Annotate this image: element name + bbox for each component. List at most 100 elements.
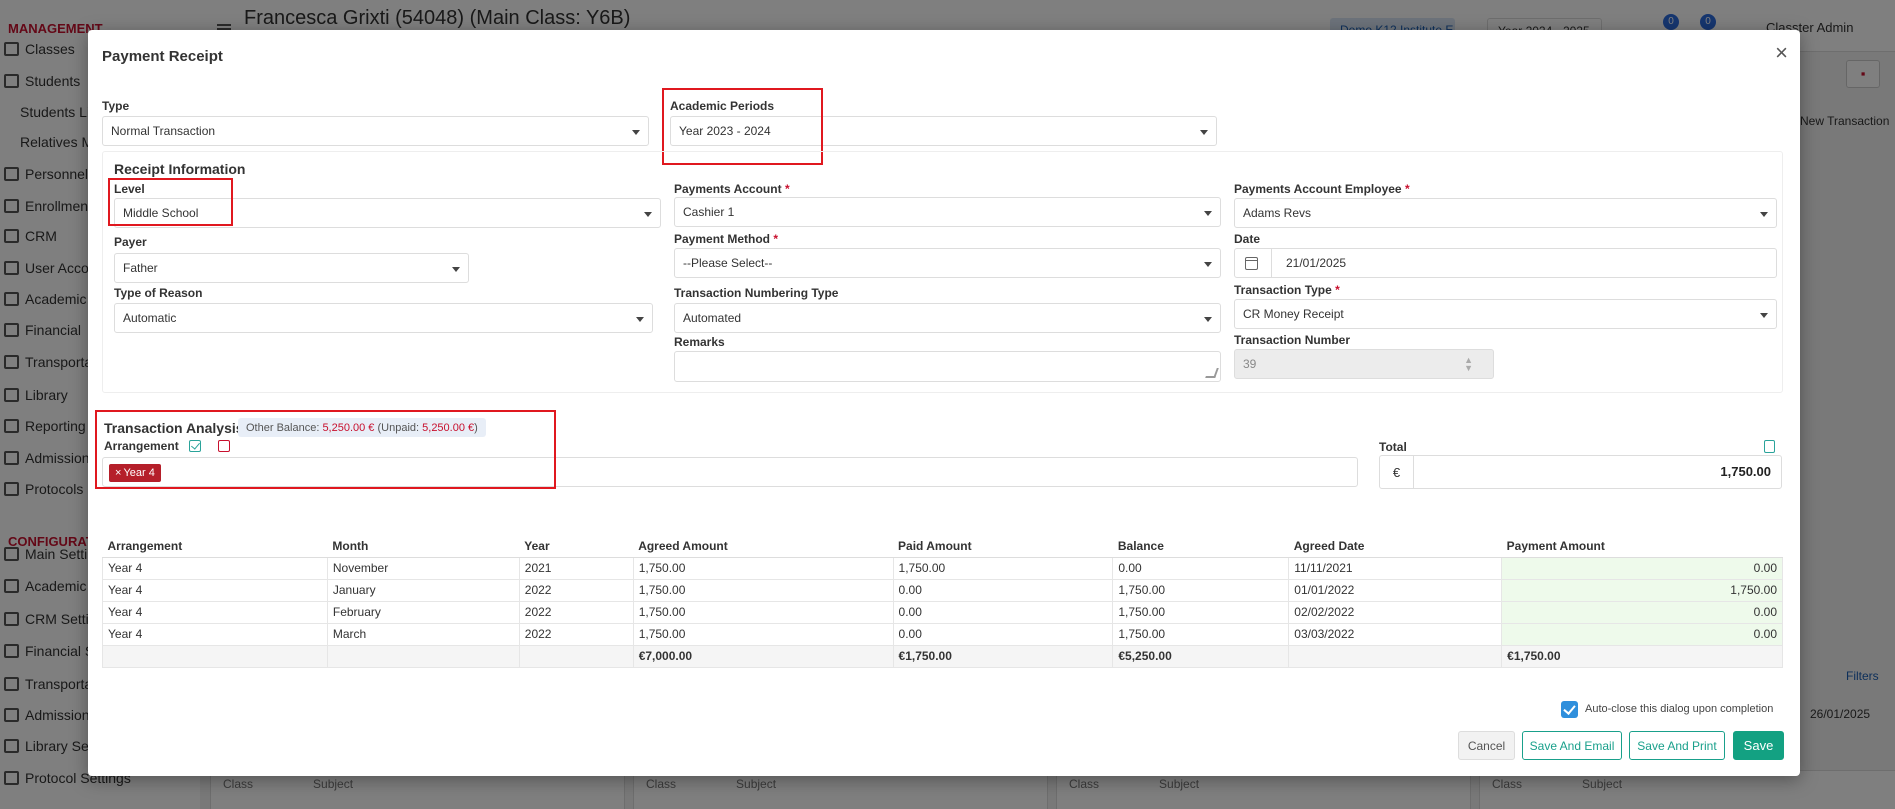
calculator-icon[interactable] [1764, 440, 1775, 453]
table-row: Year 4 January 2022 1,750.00 0.00 1,750.00 01/… [102, 578, 1783, 602]
table-cell: 1,750.00 [892, 556, 1114, 580]
payment-amount-input[interactable]: 0.00 [1501, 622, 1783, 646]
chevron-down-icon [1204, 262, 1212, 267]
table-header-cell: Balance [1112, 535, 1289, 558]
table-row: Year 4 March 2022 1,750.00 0.00 1,750.00 03/03… [102, 622, 1783, 646]
table-cell: 1,750.00 [632, 578, 894, 602]
transaction-number-value: 39 [1243, 357, 1257, 371]
table-cell: 0.00 [892, 600, 1114, 624]
transaction-numbering-type-label: Transaction Numbering Type [674, 286, 839, 300]
cancel-button[interactable]: Cancel [1458, 731, 1515, 760]
auto-close-label: Auto-close this dialog upon completion [1585, 703, 1774, 715]
chevron-down-icon [1204, 211, 1212, 216]
payment-method-select[interactable]: --Please Select-- [674, 248, 1221, 278]
table-cell: 01/01/2022 [1288, 578, 1503, 602]
payments-account-select[interactable]: Cashier 1 [674, 197, 1221, 227]
table-cell: 11/11/2021 [1288, 556, 1503, 580]
table-header-cell: Year [519, 535, 634, 558]
table-cell: Year 4 [102, 600, 328, 624]
auto-close-checkbox[interactable] [1561, 701, 1578, 718]
transaction-number-label: Transaction Number [1234, 333, 1351, 347]
payment-amount-input[interactable]: 1,750.00 [1501, 578, 1783, 602]
table-header-cell: Payment Amount [1501, 535, 1783, 558]
calendar-icon[interactable] [1245, 257, 1258, 270]
table-cell: Year 4 [102, 622, 328, 646]
table-cell: 2021 [518, 556, 634, 580]
table-footer-cell [326, 644, 520, 668]
table-cell: 2022 [518, 578, 634, 602]
table-cell: 1,750.00 [1112, 600, 1290, 624]
table-footer-cell: €1,750.00 [892, 644, 1114, 668]
total-value: 1,750.00 [1720, 464, 1771, 479]
table-cell: 0.00 [892, 578, 1114, 602]
table-footer-cell [1288, 644, 1503, 668]
payments-account-value: Cashier 1 [683, 205, 735, 219]
table-cell: 2022 [518, 600, 634, 624]
payments-account-employee-select[interactable]: Adams Revs [1234, 198, 1777, 228]
table-footer-cell [102, 644, 328, 668]
table-header-cell: Arrangement [102, 535, 328, 558]
table-row: Year 4 November 2021 1,750.00 1,750.00 0.00 11… [102, 556, 1783, 580]
type-label: Type [102, 99, 130, 113]
table-header-cell: Agreed Amount [633, 535, 894, 558]
table-row: Year 4 February 2022 1,750.00 0.00 1,750.00 02… [102, 600, 1783, 624]
type-select[interactable]: Normal Transaction [102, 116, 649, 146]
total-input[interactable]: € 1,750.00 [1379, 455, 1782, 489]
table-cell: 1,750.00 [1112, 578, 1290, 602]
receipt-information-title: Receipt Information [114, 161, 246, 177]
save-and-email-button[interactable]: Save And Email [1522, 731, 1622, 760]
chevron-down-icon [1760, 313, 1768, 318]
transaction-type-label: Transaction Type * [1234, 283, 1340, 297]
table-cell: February [326, 600, 520, 624]
table-header-cell: Agreed Date [1288, 535, 1502, 558]
payer-value: Father [123, 261, 158, 275]
date-input[interactable]: 21/01/2025 [1234, 248, 1777, 278]
chevron-down-icon [1200, 130, 1208, 135]
table-cell: Year 4 [102, 578, 328, 602]
payment-method-value: --Please Select-- [683, 256, 773, 270]
payer-select[interactable]: Father [114, 253, 469, 283]
table-cell: 1,750.00 [1112, 622, 1290, 646]
table-header-cell: Paid Amount [893, 535, 1113, 558]
transaction-number-input[interactable]: 39 ▲ ▼ [1234, 349, 1494, 379]
chevron-down-icon [644, 212, 652, 217]
table-cell: November [326, 556, 520, 580]
table-footer-cell: €1,750.00 [1501, 644, 1783, 668]
date-label: Date [1234, 232, 1261, 246]
table-cell: 1,750.00 [632, 622, 894, 646]
table-cell: 1,750.00 [632, 556, 894, 580]
table-header-row: Arrangement Month Year Agreed Amount Paid Am… [102, 535, 1783, 558]
table-footer-row: €7,000.00 €1,750.00 €5,250.00 €1,750.00 [102, 644, 1783, 668]
table-cell: 1,750.00 [632, 600, 894, 624]
date-value: 21/01/2025 [1286, 256, 1347, 270]
close-icon[interactable]: × [1775, 40, 1788, 66]
transaction-type-select[interactable]: CR Money Receipt [1234, 299, 1777, 329]
payments-account-label: Payments Account * [674, 182, 790, 196]
table-footer-cell [518, 644, 634, 668]
type-of-reason-select[interactable]: Automatic [114, 303, 653, 333]
table-cell: Year 4 [102, 556, 328, 580]
payment-method-label: Payment Method * [674, 232, 779, 246]
table-footer-cell: €7,000.00 [632, 644, 894, 668]
type-of-reason-label: Type of Reason [114, 286, 203, 300]
save-button[interactable]: Save [1733, 731, 1784, 760]
type-value: Normal Transaction [111, 124, 216, 138]
payments-account-employee-value: Adams Revs [1243, 206, 1312, 220]
payer-label: Payer [114, 235, 147, 249]
table-cell: March [326, 622, 520, 646]
chevron-down-icon [452, 267, 460, 272]
payment-amount-input[interactable]: 0.00 [1501, 556, 1783, 580]
payment-receipt-dialog: Payment Receipt × Type Normal Transactio… [88, 30, 1800, 776]
save-and-print-button[interactable]: Save And Print [1629, 731, 1725, 760]
transaction-type-value: CR Money Receipt [1243, 307, 1344, 321]
payment-amount-input[interactable]: 0.00 [1501, 600, 1783, 624]
remarks-textarea[interactable] [674, 351, 1221, 382]
table-cell: 0.00 [892, 622, 1114, 646]
resize-handle-icon[interactable] [1205, 368, 1219, 378]
highlight-box [108, 178, 233, 226]
remarks-label: Remarks [674, 335, 725, 349]
transaction-numbering-type-select[interactable]: Automated [674, 303, 1221, 333]
spinner-icon: ▲ ▼ [1464, 355, 1473, 373]
payments-account-employee-label: Payments Account Employee * [1234, 182, 1410, 196]
highlight-box [95, 410, 556, 489]
